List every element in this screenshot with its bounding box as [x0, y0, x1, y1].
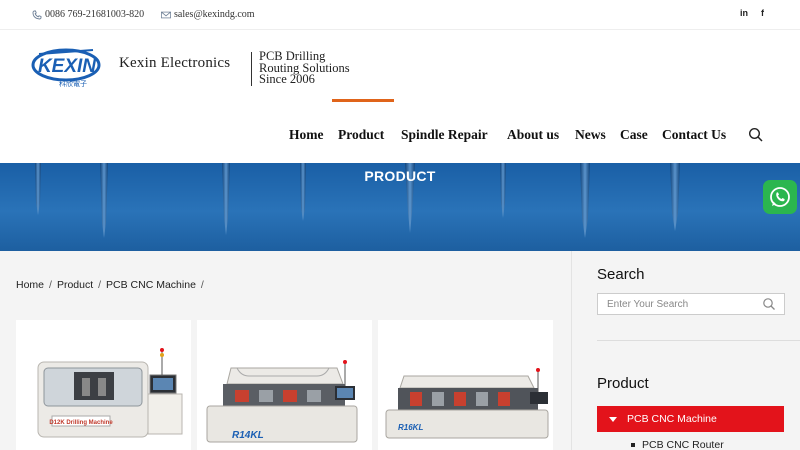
sidebar-divider [597, 340, 800, 341]
brand-name: Kexin Electronics [119, 55, 231, 71]
kexin-logo[interactable]: KEXIN 科欣電子 [31, 46, 105, 88]
social-links: in f [740, 8, 764, 18]
product-card[interactable]: R14KL [197, 320, 372, 450]
breadcrumb-product[interactable]: Product [57, 279, 93, 291]
nav-item-product[interactable]: Product [338, 127, 384, 143]
breadcrumb-separator: / [49, 279, 52, 291]
nav-item-about-us[interactable]: About us [507, 127, 559, 143]
tagline: PCB Drilling Routing Solutions Since 200… [259, 50, 350, 86]
routing-machine-image: R14KL [206, 360, 358, 443]
logo-text: KEXIN [38, 56, 97, 77]
product-model-label: R16KL [398, 423, 423, 432]
subcategory-pcb-cnc-router[interactable]: PCB CNC Router [631, 439, 724, 450]
tagline-line: Since 2006 [259, 72, 315, 86]
facebook-icon[interactable]: f [761, 8, 764, 18]
sidebar-search [597, 293, 785, 315]
top-bar: 0086 769-21681003-820 sales@kexindg.com … [0, 0, 800, 30]
caret-down-icon [609, 416, 617, 422]
subcategory-label: PCB CNC Router [642, 439, 724, 450]
email-contact[interactable]: sales@kexindg.com [161, 9, 255, 20]
bullet-icon [631, 443, 635, 447]
drilling-machine-image: D12K Drilling Machine [37, 348, 183, 438]
nav-item-case[interactable]: Case [620, 127, 648, 143]
header-divider [251, 52, 252, 86]
nav-item-home[interactable]: Home [289, 127, 324, 143]
product-card[interactable]: R16KL [378, 320, 553, 450]
product-card[interactable]: D12K Drilling Machine [16, 320, 191, 450]
whatsapp-icon [770, 187, 790, 207]
product-model-label: D12K Drilling Machine [49, 420, 113, 426]
whatsapp-button[interactable] [763, 180, 797, 214]
phone-number: 0086 769-21681003-820 [45, 9, 145, 20]
phone-icon [32, 10, 42, 19]
sidebar-product-heading: Product [597, 375, 649, 392]
breadcrumb-current: PCB CNC Machine [106, 279, 196, 291]
breadcrumb: Home / Product / PCB CNC Machine / [16, 279, 204, 291]
breadcrumb-separator: / [200, 279, 204, 291]
logo-mark-icon: KEXIN 科欣電子 [31, 48, 101, 88]
logo-subtext: 科欣電子 [59, 79, 87, 88]
sidebar-search-heading: Search [597, 266, 645, 283]
search-icon[interactable] [748, 127, 764, 143]
linkedin-icon[interactable]: in [740, 8, 748, 18]
routing-machine-image: R16KL [385, 368, 549, 439]
search-input[interactable] [598, 294, 758, 315]
nav-active-indicator [332, 99, 394, 102]
nav-item-news[interactable]: News [575, 127, 606, 143]
product-model-label: R14KL [232, 430, 264, 441]
search-icon[interactable] [762, 297, 776, 311]
phone-contact[interactable]: 0086 769-21681003-820 [32, 9, 144, 20]
category-label: PCB CNC Machine [627, 413, 717, 425]
nav-item-spindle-repair[interactable]: Spindle Repair [401, 127, 488, 143]
email-address: sales@kexindg.com [174, 9, 255, 20]
category-pcb-cnc-machine[interactable]: PCB CNC Machine [597, 406, 784, 432]
page-banner: PRODUCT [0, 163, 800, 251]
breadcrumb-separator: / [98, 279, 102, 291]
breadcrumb-home[interactable]: Home [16, 279, 44, 291]
banner-title: PRODUCT [364, 168, 436, 184]
mail-icon [161, 11, 171, 18]
nav-item-contact-us[interactable]: Contact Us [662, 127, 726, 143]
